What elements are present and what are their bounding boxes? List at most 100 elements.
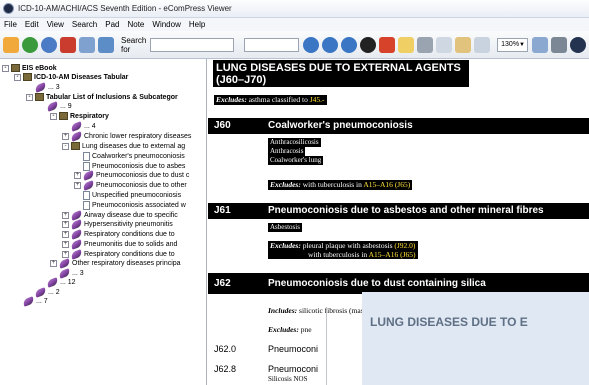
tree-node-label: Chronic lower respiratory diseases: [84, 132, 192, 140]
search-next-icon[interactable]: [341, 36, 358, 53]
feather-icon: [70, 238, 83, 250]
book-icon: [71, 142, 80, 150]
search-input[interactable]: [150, 37, 234, 52]
tree-node[interactable]: ... 3: [26, 81, 60, 93]
forward-icon[interactable]: [41, 36, 57, 53]
j620-row: J62.0 Pneumoconi: [214, 344, 318, 354]
menu-pad[interactable]: Pad: [105, 20, 119, 29]
tree-node[interactable]: ... 7: [14, 295, 48, 307]
j60-row: J60 Coalworker's pneumoconiosis: [208, 118, 589, 134]
j60-excludes-code-link[interactable]: (J65): [395, 180, 410, 189]
page-layout-icon[interactable]: [532, 36, 548, 53]
tree-node[interactable]: Unspecified pneumoconiosis: [74, 190, 181, 200]
tree-node-label: Coalworker's pneumoconiosis: [92, 152, 185, 160]
open-document-icon[interactable]: [398, 36, 415, 53]
collapse-icon[interactable]: -: [26, 93, 33, 101]
collapse-icon[interactable]: -: [50, 112, 57, 120]
search-icon[interactable]: [303, 36, 320, 53]
index-icon[interactable]: [379, 36, 396, 53]
tree-node[interactable]: - Lung diseases due to external ag: [62, 141, 185, 151]
tree-node[interactable]: - ICD-10-AM Diseases Tabular: [14, 72, 128, 82]
expand-icon[interactable]: +: [74, 171, 81, 179]
j62-excludes-text: pne: [300, 325, 312, 334]
tree-node[interactable]: + Hypersensitivity pneumonitis: [62, 218, 173, 230]
back-icon[interactable]: [22, 36, 38, 53]
bookmark-icon[interactable]: [60, 36, 76, 53]
menu-help[interactable]: Help: [189, 20, 205, 29]
feather-icon: [70, 218, 83, 230]
tree-node-label: ICD-10-AM Diseases Tabular: [34, 73, 129, 81]
search-scope-dropdown[interactable]: [243, 37, 300, 52]
home-icon[interactable]: [3, 36, 19, 53]
expand-icon[interactable]: +: [74, 181, 81, 189]
tree-node[interactable]: + Pneumoconiosis due to other: [74, 179, 187, 191]
excludes-label: Excludes:: [270, 241, 301, 250]
tree-node-label: Hypersensitivity pneumonitis: [84, 220, 173, 228]
menu-file[interactable]: File: [4, 20, 17, 29]
tree-node[interactable]: + Respiratory conditions due to: [62, 228, 175, 240]
toolbar: Search for 130% ▼: [0, 31, 589, 59]
includes-label: Includes:: [268, 306, 298, 315]
menu-edit[interactable]: Edit: [25, 20, 39, 29]
tree-node[interactable]: ... 4: [62, 120, 96, 132]
expand-icon[interactable]: +: [62, 240, 69, 248]
expand-icon[interactable]: +: [62, 132, 69, 140]
tree-node[interactable]: + Chronic lower respiratory diseases: [62, 130, 192, 142]
j61-excludes-code-link[interactable]: A15–A16: [369, 250, 399, 259]
tree-node[interactable]: ... 9: [38, 100, 72, 112]
feather-icon: [82, 169, 95, 181]
table-icon[interactable]: [98, 36, 114, 53]
menu-window[interactable]: Window: [152, 20, 180, 29]
tree-node[interactable]: + Pneumonitis due to solids and: [62, 238, 177, 250]
excludes-code-link[interactable]: J45.-: [310, 95, 325, 104]
j60-inclusions: Anthracosilicosis Anthracosis Coalworker…: [268, 138, 324, 165]
tree-node[interactable]: Pneumoconiosis associated w: [74, 200, 186, 210]
j60-inclusion: Anthracosilicosis: [268, 138, 321, 147]
expand-icon[interactable]: +: [62, 220, 69, 228]
j628-subtext: Silicosis NOS: [268, 375, 308, 383]
j60-inclusion: Coalworker's lung: [268, 156, 324, 165]
expand-icon[interactable]: +: [50, 259, 57, 267]
search-previous-icon[interactable]: [322, 36, 339, 53]
j60-excludes-code-link[interactable]: A15–A16: [363, 180, 393, 189]
j62-code: J62: [214, 278, 231, 289]
collapse-icon[interactable]: -: [2, 64, 9, 72]
expand-icon[interactable]: +: [62, 230, 69, 238]
cut-icon[interactable]: [417, 36, 434, 53]
tree-node[interactable]: + Pneumoconiosis due to dust c: [74, 169, 189, 181]
j61-excludes-code-link[interactable]: (J92.0): [394, 241, 415, 250]
copy-icon[interactable]: [436, 36, 453, 53]
menu-search[interactable]: Search: [72, 20, 97, 29]
section-excludes: Excludes: asthma classified to J45.-: [214, 95, 327, 105]
tree-node[interactable]: ... 12: [38, 276, 76, 288]
help-icon[interactable]: [570, 36, 586, 53]
tree-node-label: Pneumoconiosis associated w: [92, 201, 186, 209]
menu-view[interactable]: View: [47, 20, 64, 29]
expand-icon[interactable]: +: [62, 250, 69, 258]
menu-bar: File Edit View Search Pad Note Window He…: [0, 18, 589, 31]
section-title-line2: (J60–J70): [216, 74, 267, 86]
tree-node-label: Respiratory: [70, 112, 109, 120]
tree-node[interactable]: + Other respiratory diseases principa: [50, 257, 181, 269]
list-icon[interactable]: [79, 36, 95, 53]
print-icon[interactable]: [551, 36, 567, 53]
expand-icon[interactable]: +: [62, 211, 69, 219]
menu-note[interactable]: Note: [127, 20, 144, 29]
section-title-line1: LUNG DISEASES DUE TO EXTERNAL AGENTS: [216, 62, 461, 74]
j61-excludes-code-link[interactable]: (J65): [400, 250, 415, 259]
feather-icon: [70, 228, 83, 240]
tree-node[interactable]: - Respiratory: [50, 111, 109, 121]
page-icon: [83, 151, 90, 161]
j60-excludes: Excludes: with tuberculosis in A15–A16 (…: [268, 180, 413, 190]
tree-node-label: Lung diseases due to external ag: [82, 142, 186, 150]
collapse-icon[interactable]: -: [62, 142, 69, 150]
email-icon[interactable]: [474, 36, 491, 53]
clear-search-icon[interactable]: [360, 36, 377, 53]
paste-icon[interactable]: [455, 36, 472, 53]
j60-code: J60: [214, 120, 231, 131]
tree-node-label: Pneumoconiosis due to asbes: [92, 162, 186, 170]
collapse-icon[interactable]: -: [14, 73, 21, 81]
tree-node[interactable]: Coalworker's pneumoconiosis: [74, 151, 185, 161]
j60-inclusion: Anthracosis: [268, 147, 306, 156]
zoom-dropdown[interactable]: 130% ▼: [497, 37, 528, 52]
